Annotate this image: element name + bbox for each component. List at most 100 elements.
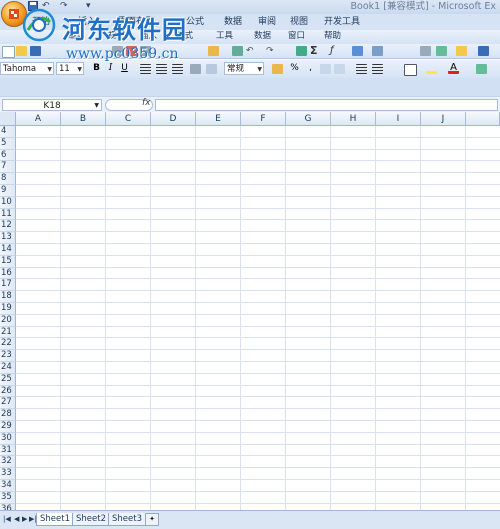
row-header-22[interactable]: 22: [0, 338, 16, 351]
format-painter-icon[interactable]: [232, 46, 243, 56]
row-header-10[interactable]: 10: [0, 196, 16, 209]
align-left-icon[interactable]: [140, 64, 151, 74]
insert-sheet-icon[interactable]: ✦: [145, 513, 159, 526]
font-size-combo[interactable]: 11 ▼: [56, 62, 84, 75]
row-header-16[interactable]: 16: [0, 267, 16, 280]
sum-icon[interactable]: Σ: [310, 45, 321, 56]
row-header-20[interactable]: 20: [0, 314, 16, 327]
first-sheet-icon[interactable]: |◀: [3, 514, 11, 524]
row-header-21[interactable]: 21: [0, 326, 16, 339]
column-header-e[interactable]: E: [196, 112, 241, 126]
row-header-11[interactable]: 11: [0, 208, 16, 221]
row-header-25[interactable]: 25: [0, 373, 16, 386]
next-sheet-icon[interactable]: ▶: [22, 514, 27, 524]
drawing-icon[interactable]: [420, 46, 431, 56]
row-header-5[interactable]: 5: [0, 137, 16, 150]
menu-data[interactable]: 数据: [254, 30, 271, 42]
zoom-icon[interactable]: [436, 46, 447, 56]
column-header-h[interactable]: H: [331, 112, 376, 126]
row-header-24[interactable]: 24: [0, 362, 16, 374]
hyperlink-icon[interactable]: [296, 46, 307, 56]
insert-function-icon[interactable]: fx: [142, 98, 151, 108]
underline-button[interactable]: U: [118, 62, 131, 75]
new-icon[interactable]: [2, 46, 15, 58]
tab-developer[interactable]: 开发工具: [324, 16, 360, 28]
prev-sheet-icon[interactable]: ◀: [14, 514, 19, 524]
comma-button[interactable]: ,: [304, 62, 317, 75]
column-header-d[interactable]: D: [151, 112, 196, 126]
wrap-text-icon[interactable]: [206, 64, 217, 74]
row-header-18[interactable]: 18: [0, 291, 16, 303]
menu-tools[interactable]: 工具: [216, 30, 233, 42]
row-header-6[interactable]: 6: [0, 149, 16, 162]
row-header-23[interactable]: 23: [0, 350, 16, 362]
row-header-4[interactable]: 4: [0, 126, 16, 138]
row-header-17[interactable]: 17: [0, 279, 16, 292]
function-icon[interactable]: ƒ: [330, 45, 341, 56]
row-header-7[interactable]: 7: [0, 161, 16, 174]
row-header-27[interactable]: 27: [0, 397, 16, 410]
decrease-decimal-icon[interactable]: [334, 64, 345, 74]
chevron-down-icon[interactable]: ▼: [77, 63, 82, 76]
decrease-indent-icon[interactable]: [356, 64, 367, 74]
save-toolbar-icon[interactable]: [30, 46, 41, 56]
chevron-down-icon[interactable]: ▼: [257, 63, 262, 76]
select-all-corner[interactable]: [0, 112, 16, 126]
italic-button[interactable]: I: [104, 62, 117, 75]
row-header-30[interactable]: 30: [0, 432, 16, 445]
name-box[interactable]: K18 ▼: [2, 99, 102, 111]
row-header-31[interactable]: 31: [0, 444, 16, 457]
chevron-down-icon[interactable]: ▼: [47, 63, 52, 76]
chevron-down-icon[interactable]: ▼: [94, 100, 99, 112]
formula-input[interactable]: [155, 99, 498, 111]
row-header-12[interactable]: 12: [0, 220, 16, 233]
row-header-32[interactable]: 32: [0, 456, 16, 469]
redo-toolbar-icon[interactable]: ↷: [266, 46, 277, 56]
bold-button[interactable]: B: [90, 62, 103, 75]
increase-indent-icon[interactable]: [372, 64, 383, 74]
sheet-tab-sheet1[interactable]: Sheet1: [36, 513, 74, 526]
tab-formulas[interactable]: 公式: [186, 16, 204, 28]
font-color-icon[interactable]: A: [448, 63, 459, 74]
folder-icon[interactable]: [456, 46, 467, 56]
row-header-15[interactable]: 15: [0, 255, 16, 268]
tab-view[interactable]: 视图: [290, 16, 308, 28]
increase-decimal-icon[interactable]: [320, 64, 331, 74]
percent-button[interactable]: %: [288, 62, 301, 75]
row-header-33[interactable]: 33: [0, 468, 16, 480]
menu-help[interactable]: 帮助: [324, 30, 341, 42]
column-header-f[interactable]: F: [241, 112, 286, 126]
column-header-b[interactable]: B: [61, 112, 106, 126]
sheet-tab-sheet3[interactable]: Sheet3: [108, 513, 146, 526]
column-header-j[interactable]: J: [421, 112, 466, 126]
borders-icon[interactable]: [404, 64, 417, 76]
row-header-14[interactable]: 14: [0, 244, 16, 256]
tab-review[interactable]: 审阅: [258, 16, 276, 28]
chart-icon[interactable]: [372, 46, 383, 56]
row-header-34[interactable]: 34: [0, 480, 16, 492]
row-header-26[interactable]: 26: [0, 385, 16, 398]
fill-color-icon[interactable]: [426, 64, 437, 74]
row-header-9[interactable]: 9: [0, 185, 16, 197]
align-center-icon[interactable]: [156, 64, 167, 74]
row-header-28[interactable]: 28: [0, 409, 16, 421]
sort-icon[interactable]: [352, 46, 363, 56]
number-format-combo[interactable]: 常规 ▼: [224, 62, 264, 75]
column-header-i[interactable]: I: [376, 112, 421, 126]
column-header-g[interactable]: G: [286, 112, 331, 126]
row-header-8[interactable]: 8: [0, 173, 16, 185]
tab-data[interactable]: 数据: [224, 16, 242, 28]
merge-center-icon[interactable]: [190, 64, 201, 74]
column-header-a[interactable]: A: [16, 112, 61, 126]
undo-toolbar-icon[interactable]: ↶: [246, 46, 257, 56]
row-header-29[interactable]: 29: [0, 421, 16, 433]
open-icon[interactable]: [16, 46, 27, 56]
column-header-c[interactable]: C: [106, 112, 151, 126]
row-header-35[interactable]: 35: [0, 491, 16, 504]
sheet-tab-sheet2[interactable]: Sheet2: [72, 513, 110, 526]
styles-icon[interactable]: [476, 64, 487, 74]
column-header-partial[interactable]: [466, 112, 500, 126]
font-name-combo[interactable]: Tahoma ▼: [0, 62, 54, 75]
menu-window[interactable]: 窗口: [288, 30, 305, 42]
worksheet-grid[interactable]: A B C D E F G H I J 4 5 6 7 8 9 10 11 12 13 14 15 16 17 18 19 20 21…: [0, 112, 500, 516]
